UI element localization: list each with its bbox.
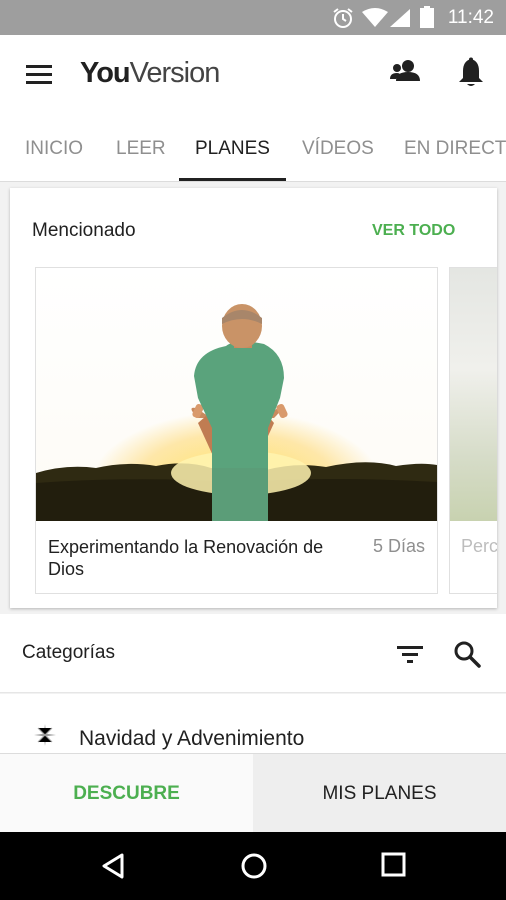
star-icon	[34, 724, 56, 751]
tab-inicio[interactable]: INICIO	[25, 138, 83, 160]
status-time: 11:42	[447, 7, 494, 28]
top-tabs: INICIO LEER PLANES VÍDEOS EN DIRECTO	[0, 115, 506, 182]
recents-icon[interactable]	[381, 852, 407, 883]
tab-descubre[interactable]: DESCUBRE	[0, 754, 253, 833]
menu-icon[interactable]	[26, 65, 52, 85]
app-bar: YouVersion	[0, 35, 506, 115]
logo-version: Version	[129, 57, 221, 89]
plan-card[interactable]: Experimentando la Renovación de Dios 5 D…	[35, 267, 438, 594]
alarm-icon	[332, 7, 354, 34]
search-icon[interactable]	[453, 640, 481, 673]
logo-you: You	[80, 57, 131, 89]
filter-icon[interactable]	[397, 644, 423, 669]
featured-section: Mencionado VER TODO Experimentando la Re…	[10, 188, 497, 608]
home-icon[interactable]	[240, 852, 268, 885]
app-logo: YouVersion	[80, 57, 221, 90]
tab-planes[interactable]: PLANES	[195, 138, 270, 160]
section-title: Mencionado	[32, 220, 136, 241]
tab-mis-planes[interactable]: MIS PLANES	[253, 754, 506, 833]
category-label: Navidad y Advenimiento	[79, 727, 305, 750]
battery-icon	[420, 6, 434, 33]
plan-title: Perc	[461, 536, 497, 556]
people-icon[interactable]	[390, 59, 420, 88]
plan-title: Experimentando la Renovación de Dios	[48, 537, 324, 579]
categories-title: Categorías	[22, 642, 115, 663]
wifi-icon	[362, 8, 388, 33]
status-bar: 11:42	[0, 0, 506, 35]
main-content[interactable]: Mencionado VER TODO Experimentando la Re…	[0, 182, 506, 753]
plan-card[interactable]: Perc	[449, 267, 497, 594]
back-icon[interactable]	[100, 852, 126, 885]
tab-leer[interactable]: LEER	[116, 138, 166, 160]
bell-icon[interactable]	[458, 57, 484, 92]
tab-videos[interactable]: VÍDEOS	[302, 138, 374, 160]
system-nav-bar	[0, 832, 506, 900]
plan-image	[450, 268, 497, 521]
category-item[interactable]: Navidad y Advenimiento	[0, 694, 506, 753]
plan-duration: 5 Días	[372, 536, 425, 556]
plan-image	[36, 268, 437, 521]
tab-en-directo[interactable]: EN DIRECTO	[404, 138, 506, 160]
see-all-link[interactable]: VER TODO	[372, 222, 455, 240]
signal-icon	[390, 9, 410, 32]
categories-header: Categorías	[0, 614, 506, 693]
bottom-tabs: DESCUBRE MIS PLANES	[0, 753, 506, 833]
